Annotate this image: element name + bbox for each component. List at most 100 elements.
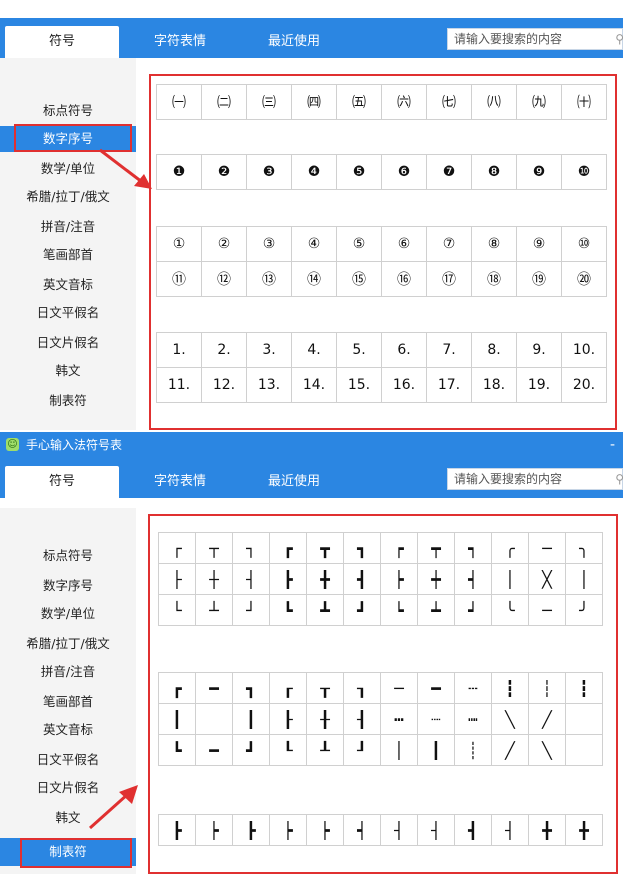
sidebar-item-3[interactable]: 希腊/拉丁/俄文 <box>0 630 136 658</box>
symbol-cell[interactable] <box>565 734 603 766</box>
symbol-cell[interactable]: 10. <box>561 332 607 368</box>
sidebar-item-8[interactable]: 日文片假名 <box>0 330 136 356</box>
symbol-cell[interactable]: ㈣ <box>291 84 337 120</box>
symbol-cell[interactable]: ❿ <box>561 154 607 190</box>
symbol-cell[interactable]: 9. <box>516 332 562 368</box>
symbol-cell[interactable]: ❸ <box>246 154 292 190</box>
sidebar-item-6[interactable]: 英文音标 <box>0 716 136 744</box>
sidebar-item-6[interactable]: 英文音标 <box>0 272 136 298</box>
symbol-cell[interactable]: ┃ <box>417 734 455 766</box>
symbol-cell[interactable]: ┌ <box>158 532 196 564</box>
search-input[interactable]: 请输入要搜索的内容 ⚲ <box>447 468 623 490</box>
symbol-cell[interactable]: ┸ <box>306 734 344 766</box>
symbol-cell[interactable]: ┫ <box>343 563 381 595</box>
sidebar-item-1[interactable]: 数字序号 <box>0 126 136 152</box>
symbol-cell[interactable]: ╭ <box>491 532 529 564</box>
tab-recent[interactable]: 最近使用 <box>264 26 324 58</box>
symbol-cell[interactable]: ┉ <box>454 703 492 735</box>
symbol-cell[interactable]: ┙ <box>454 594 492 626</box>
symbol-cell[interactable]: ─ <box>528 594 566 626</box>
symbol-cell[interactable]: ③ <box>246 226 292 262</box>
sidebar-item-4[interactable]: 拼音/注音 <box>0 658 136 686</box>
symbol-cell[interactable]: 3. <box>246 332 292 368</box>
symbol-cell[interactable]: ┤ <box>417 814 455 846</box>
symbol-cell[interactable]: ㈡ <box>201 84 247 120</box>
symbol-cell[interactable]: ⑮ <box>336 261 382 297</box>
symbol-cell[interactable]: ┼ <box>195 563 233 595</box>
symbol-cell[interactable]: ╲ <box>491 703 529 735</box>
symbol-cell[interactable]: 14. <box>291 367 337 403</box>
symbol-cell[interactable]: ┕ <box>380 594 418 626</box>
sidebar-item-0[interactable]: 标点符号 <box>0 542 136 570</box>
symbol-cell[interactable]: ━ <box>195 734 233 766</box>
search-icon[interactable]: ⚲ <box>615 469 623 489</box>
symbol-cell[interactable]: 12. <box>201 367 247 403</box>
symbol-cell[interactable]: ┰ <box>306 672 344 704</box>
symbol-cell[interactable]: ╰ <box>491 594 529 626</box>
symbol-cell[interactable]: ╱ <box>491 734 529 766</box>
symbol-cell[interactable]: ┯ <box>417 532 455 564</box>
symbol-cell[interactable]: 19. <box>516 367 562 403</box>
symbol-cell[interactable]: ┨ <box>343 703 381 735</box>
symbol-cell[interactable]: ⑫ <box>201 261 247 297</box>
tab-recent[interactable]: 最近使用 <box>264 466 324 498</box>
symbol-cell[interactable]: └ <box>158 594 196 626</box>
symbol-cell[interactable]: ┥ <box>343 814 381 846</box>
symbol-cell[interactable]: ┏ <box>269 532 307 564</box>
symbol-cell[interactable]: ┐ <box>232 532 270 564</box>
symbol-cell[interactable]: 8. <box>471 332 517 368</box>
symbol-cell[interactable]: ⑧ <box>471 226 517 262</box>
symbol-cell[interactable]: ┣ <box>158 814 196 846</box>
symbol-cell[interactable]: ㈠ <box>156 84 202 120</box>
sidebar-item-9[interactable]: 韩文 <box>0 358 136 384</box>
symbol-cell[interactable]: ④ <box>291 226 337 262</box>
symbol-cell[interactable]: ┛ <box>343 594 381 626</box>
symbol-cell[interactable]: ├ <box>158 563 196 595</box>
symbol-cell[interactable]: 18. <box>471 367 517 403</box>
symbol-cell[interactable]: ㈧ <box>471 84 517 120</box>
symbol-cell[interactable]: ┇ <box>491 672 529 704</box>
symbol-cell[interactable]: ╳ <box>528 563 566 595</box>
symbol-cell[interactable]: ┓ <box>232 672 270 704</box>
symbol-cell[interactable]: ⑬ <box>246 261 292 297</box>
symbol-cell[interactable]: ⑤ <box>336 226 382 262</box>
symbol-cell[interactable]: ┆ <box>528 672 566 704</box>
sidebar-item-4[interactable]: 拼音/注音 <box>0 214 136 240</box>
symbol-cell[interactable]: ╋ <box>528 814 566 846</box>
symbol-cell[interactable]: 4. <box>291 332 337 368</box>
symbol-cell[interactable]: ┴ <box>195 594 233 626</box>
symbol-cell[interactable]: ❹ <box>291 154 337 190</box>
sidebar-item-10[interactable]: 制表符 <box>0 388 136 414</box>
sidebar-item-3[interactable]: 希腊/拉丁/俄文 <box>0 184 136 210</box>
symbol-cell[interactable]: ⑩ <box>561 226 607 262</box>
symbol-cell[interactable]: ㈦ <box>426 84 472 120</box>
symbol-cell[interactable]: ❷ <box>201 154 247 190</box>
symbol-cell[interactable]: 1. <box>156 332 202 368</box>
symbol-cell[interactable]: ⑨ <box>516 226 562 262</box>
symbol-cell[interactable]: ⑳ <box>561 261 607 297</box>
symbol-cell[interactable]: ┿ <box>417 563 455 595</box>
symbol-cell[interactable]: ┝ <box>306 814 344 846</box>
symbol-cell[interactable]: ❽ <box>471 154 517 190</box>
symbol-cell[interactable]: ┄ <box>454 672 492 704</box>
symbol-cell[interactable]: ⑪ <box>156 261 202 297</box>
symbol-cell[interactable]: ┎ <box>269 672 307 704</box>
sidebar-item-0[interactable]: 标点符号 <box>0 98 136 124</box>
symbol-cell[interactable]: 6. <box>381 332 427 368</box>
symbol-cell[interactable]: │ <box>380 734 418 766</box>
symbol-cell[interactable]: ⑥ <box>381 226 427 262</box>
symbol-cell[interactable] <box>195 703 233 735</box>
symbol-cell[interactable]: ┝ <box>269 814 307 846</box>
symbol-cell[interactable]: ─ <box>528 532 566 564</box>
symbol-cell[interactable]: ┻ <box>306 594 344 626</box>
symbol-cell[interactable]: 16. <box>381 367 427 403</box>
symbol-cell[interactable]: ┬ <box>195 532 233 564</box>
symbol-cell[interactable]: ╂ <box>306 703 344 735</box>
symbol-cell[interactable]: ┛ <box>232 734 270 766</box>
search-icon[interactable]: ⚲ <box>615 29 623 49</box>
symbol-cell[interactable]: ┫ <box>454 814 492 846</box>
symbol-cell[interactable]: ㈢ <box>246 84 292 120</box>
symbol-cell[interactable]: ━ <box>195 672 233 704</box>
symbol-cell[interactable]: ╯ <box>565 594 603 626</box>
symbol-cell[interactable]: ┇ <box>565 672 603 704</box>
